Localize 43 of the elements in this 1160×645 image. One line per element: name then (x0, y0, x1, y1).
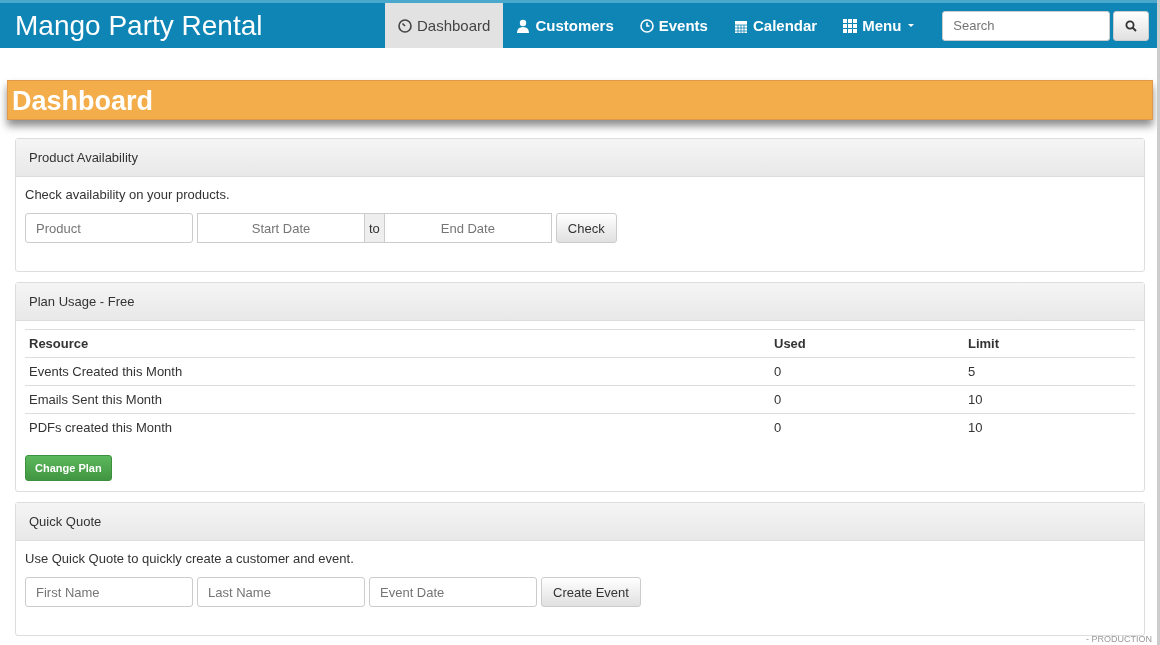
input-field[interactable]: Event Date (369, 577, 537, 607)
nav-item[interactable]: Dashboard (385, 3, 504, 48)
create-event-button[interactable]: Create Event (541, 577, 641, 607)
panel-heading: Plan Usage - Free (16, 283, 1144, 321)
column-header: Used (770, 329, 964, 358)
input-field[interactable]: First Name (25, 577, 193, 607)
grid-icon (843, 18, 858, 33)
table-cell: PDFs created this Month (25, 413, 770, 441)
brand-title[interactable]: Mango Party Rental (15, 9, 385, 42)
nav-item[interactable]: Menu (830, 3, 928, 48)
page-title: Dashboard (7, 80, 1153, 120)
column-header: Limit (964, 329, 1135, 358)
panel-heading: Product Availability (16, 139, 1144, 177)
start-date-field[interactable]: Start Date (197, 213, 365, 243)
user-icon (516, 18, 531, 33)
table-cell: 5 (964, 357, 1135, 386)
check-button[interactable]: Check (555, 213, 617, 243)
search-field[interactable]: Search (942, 10, 1111, 41)
table-cell: 0 (770, 385, 964, 414)
table-cell: 0 (770, 357, 964, 386)
calendar-icon (733, 18, 748, 33)
table-cell: 0 (770, 413, 964, 441)
search-icon (1125, 19, 1138, 32)
change-plan-button[interactable]: Change Plan (25, 455, 112, 481)
environment-label: - PRODUCTION (1086, 634, 1152, 644)
table-cell: Emails Sent this Month (25, 385, 770, 414)
clock-icon (639, 18, 654, 33)
input-field[interactable]: Last Name (197, 577, 365, 607)
range-separator: to (365, 213, 384, 243)
table-cell: 10 (964, 385, 1135, 414)
nav-item[interactable]: Calendar (720, 3, 831, 48)
product-field[interactable]: Product (25, 213, 193, 243)
search-button[interactable] (1113, 10, 1150, 41)
nav-item[interactable]: Customers (503, 3, 627, 48)
end-date-field[interactable]: End Date (383, 213, 552, 243)
panel-heading: Quick Quote (16, 503, 1144, 541)
table-cell: Events Created this Month (25, 357, 770, 386)
column-header: Resource (25, 329, 770, 358)
description-text: Use Quick Quote to quickly create a customer and event. (25, 551, 355, 566)
description-text: Check availability on your products. (25, 187, 231, 202)
gauge-icon (398, 18, 412, 33)
table-cell: 10 (964, 413, 1135, 441)
nav-item[interactable]: Events (626, 3, 721, 48)
